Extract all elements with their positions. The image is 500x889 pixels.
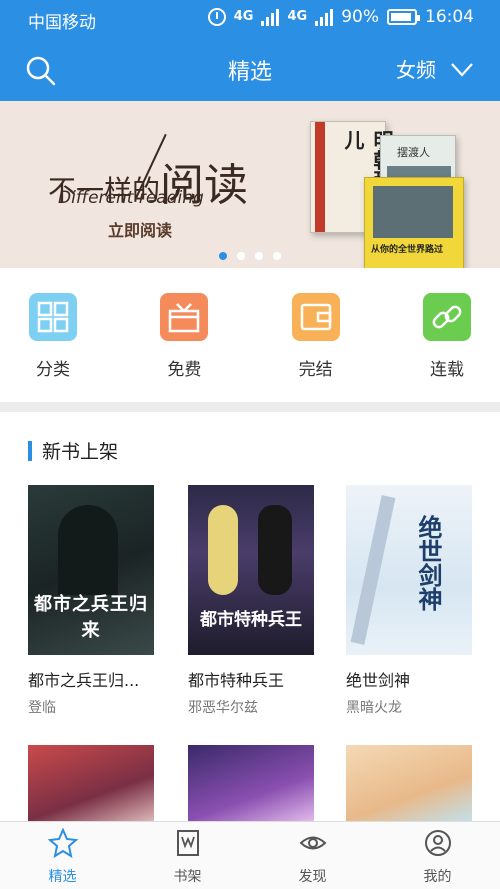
chevron-down-icon: [451, 62, 473, 77]
book-author: 邪恶华尔兹: [188, 700, 258, 716]
clock: 16:04: [425, 7, 474, 27]
star-icon: [47, 827, 78, 859]
network-type: 4G: [233, 9, 254, 24]
status-bar: 中国移动 4G 4G 90% 16:04: [0, 0, 500, 36]
book-cover-title: 绝世剑神: [414, 515, 443, 611]
bottom-nav: 精选 书架 发现 我的: [0, 821, 500, 889]
signal-icon-2: [315, 8, 334, 26]
section-accent-bar: [28, 440, 32, 461]
gender-filter-dropdown[interactable]: 女频: [396, 54, 474, 83]
pager-dot[interactable]: [255, 252, 263, 260]
banner-cta[interactable]: 立即阅读: [108, 217, 172, 241]
gender-filter-label: 女频: [396, 58, 436, 82]
book-author: 黑暗火龙: [346, 700, 402, 716]
book-author: 登临: [28, 700, 56, 716]
pager-dot[interactable]: [219, 252, 227, 260]
category-label: 连载: [429, 360, 464, 380]
book-card[interactable]: [188, 745, 314, 825]
battery-icon: [387, 9, 420, 25]
book-card[interactable]: 绝世剑神 绝世剑神 黑暗火龙: [346, 485, 472, 717]
link-icon: [422, 293, 471, 341]
book-card[interactable]: [28, 745, 154, 825]
nav-discover[interactable]: 发现: [250, 822, 375, 889]
category-serial[interactable]: 连载: [419, 293, 475, 402]
book-cover: [28, 745, 154, 825]
eye-icon: [299, 836, 326, 850]
signal-icon: [261, 8, 280, 26]
carrier-name: 中国移动: [28, 13, 96, 33]
alarm-icon: [207, 8, 226, 26]
category-finished[interactable]: 完结: [288, 293, 344, 402]
category-label: 免费: [167, 360, 202, 380]
section-title-text: 新书上架: [42, 441, 119, 463]
app-header: 精选 女频: [0, 36, 500, 101]
nav-label: 我的: [423, 869, 452, 885]
book-cover-title: 都市之兵王归来: [34, 594, 148, 641]
banner-pager: [0, 252, 500, 260]
category-label: 分类: [36, 360, 70, 380]
bookshelf-icon: [176, 830, 199, 856]
book-cover: 都市之兵王归来: [28, 485, 154, 655]
category-shortcuts: 分类 免费 完结 连载: [0, 268, 500, 402]
book-cover: 绝世剑神: [346, 485, 472, 655]
book-cover-title: 都市特种兵王: [200, 610, 302, 630]
pager-dot[interactable]: [273, 252, 281, 260]
battery-percent: 90%: [341, 7, 379, 27]
nav-featured[interactable]: 精选: [0, 822, 125, 889]
promo-banner[interactable]: 不一样的阅读 Different reading 立即阅读 明朝那些事儿 摆渡人…: [0, 101, 500, 268]
book-title: 都市之兵王归...: [28, 671, 140, 690]
category-label: 完结: [298, 360, 333, 380]
book-cover: 都市特种兵王: [188, 485, 314, 655]
category-free[interactable]: 免费: [156, 293, 212, 402]
nav-profile[interactable]: 我的: [375, 822, 500, 889]
book-cover: [346, 745, 472, 825]
nav-label: 发现: [298, 869, 327, 885]
book-cover: [188, 745, 314, 825]
nav-bookshelf[interactable]: 书架: [125, 822, 250, 889]
profile-icon: [424, 830, 451, 856]
section-divider: [0, 402, 500, 412]
banner-book-2-title: 摆渡人: [397, 146, 430, 159]
category-classify[interactable]: 分类: [25, 293, 81, 402]
book-card[interactable]: 都市之兵王归来 都市之兵王归... 登临: [28, 485, 154, 717]
book-title: 绝世剑神: [346, 671, 411, 690]
network-type-2: 4G: [287, 9, 308, 24]
nav-label: 精选: [48, 869, 77, 885]
gift-icon: [160, 293, 209, 341]
pager-dot[interactable]: [237, 252, 245, 260]
book-card[interactable]: 都市特种兵王 都市特种兵王 邪恶华尔兹: [188, 485, 314, 717]
banner-subtitle: Different reading: [58, 188, 204, 208]
section-header: 新书上架: [28, 437, 118, 464]
grid-icon: [29, 293, 77, 341]
book-card[interactable]: [346, 745, 472, 825]
wallet-icon: [291, 293, 340, 341]
nav-label: 书架: [173, 869, 202, 885]
book-title: 都市特种兵王: [188, 671, 285, 690]
